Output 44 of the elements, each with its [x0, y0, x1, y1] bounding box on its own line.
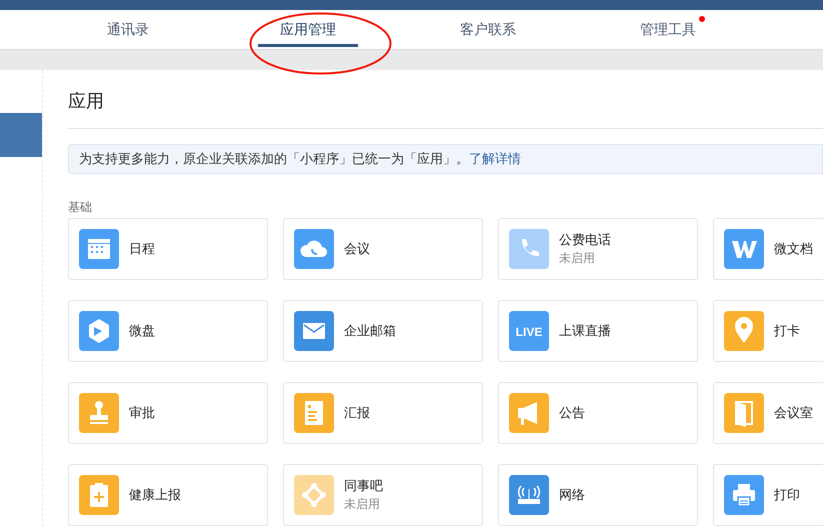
app-card[interactable]: 同事吧 未启用 — [283, 464, 483, 526]
app-card[interactable]: 汇报 — [283, 382, 483, 444]
app-name: 公告 — [559, 404, 585, 422]
app-name: 打卡 — [774, 322, 800, 340]
app-status: 未启用 — [344, 496, 381, 513]
app-name: 微盘 — [129, 322, 155, 340]
app-card[interactable]: 微文档 — [713, 218, 823, 280]
app-card[interactable]: LIVE 上课直播 — [498, 300, 698, 362]
nav-tab[interactable]: 管理工具 — [578, 10, 758, 49]
app-card[interactable]: 健康上报 — [68, 464, 268, 526]
nav-tab[interactable]: 通讯录 — [38, 10, 218, 49]
app-name: 打印 — [774, 486, 800, 504]
app-name: 上课直播 — [559, 322, 611, 340]
app-card[interactable]: 打卡 — [713, 300, 823, 362]
app-name: 审批 — [129, 404, 155, 422]
learn-more-link[interactable]: 了解详情 — [469, 149, 521, 169]
app-name: 同事吧 — [344, 477, 383, 495]
app-card[interactable]: 微盘 — [68, 300, 268, 362]
app-name: 健康上报 — [129, 486, 181, 504]
sidebar-item[interactable] — [0, 113, 42, 157]
app-card[interactable]: 日程 — [68, 218, 268, 280]
app-card[interactable]: 网络 — [498, 464, 698, 526]
page-title: 应用 — [68, 90, 105, 113]
app-name: 公费电话 — [559, 231, 611, 249]
app-name: 日程 — [129, 240, 155, 258]
app-name: 会议室 — [774, 404, 813, 422]
app-card[interactable]: 打印 — [713, 464, 823, 526]
app-card[interactable]: 公告 — [498, 382, 698, 444]
app-name: 微文档 — [774, 240, 813, 258]
app-status: 未启用 — [559, 250, 596, 267]
app-name: 网络 — [559, 486, 585, 504]
section-title: 基础 — [68, 199, 93, 216]
nav-tab[interactable]: 客户联系 — [398, 10, 578, 49]
app-card[interactable]: 会议室 — [713, 382, 823, 444]
app-card[interactable]: 企业邮箱 — [283, 300, 483, 362]
app-card[interactable]: 审批 — [68, 382, 268, 444]
notice-text: 为支持更多能力，原企业关联添加的「小程序」已统一为「应用」。 — [79, 150, 469, 168]
nav-tab[interactable]: 应用管理 — [218, 10, 398, 49]
live-icon: LIVE — [509, 311, 549, 351]
app-name: 会议 — [344, 240, 370, 258]
app-card[interactable]: 会议 — [283, 218, 483, 280]
app-name: 汇报 — [344, 404, 370, 422]
app-name: 企业邮箱 — [344, 322, 396, 340]
app-card[interactable]: 公费电话 未启用 — [498, 218, 698, 280]
